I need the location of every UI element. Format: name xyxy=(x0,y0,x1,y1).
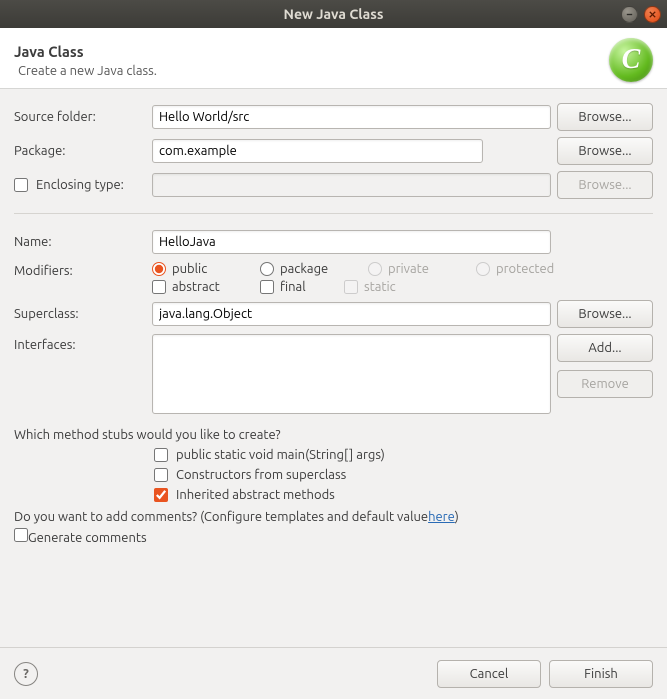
browse-superclass-button[interactable]: Browse... xyxy=(557,300,653,328)
page-title: Java Class xyxy=(14,43,157,60)
interfaces-list[interactable] xyxy=(152,334,551,414)
dialog-footer: ? Cancel Finish xyxy=(0,647,667,699)
window-controls xyxy=(621,6,661,23)
modifier-final[interactable]: final xyxy=(260,280,320,294)
dialog-header: Java Class Create a new Java class. C xyxy=(0,28,667,89)
enclosing-type-checkbox[interactable] xyxy=(14,178,28,192)
modifier-static: static xyxy=(344,280,428,294)
close-icon[interactable] xyxy=(644,6,661,23)
enclosing-type-label: Enclosing type: xyxy=(36,178,124,192)
generate-comments-checkbox[interactable] xyxy=(14,528,28,542)
stub-inherited-label: Inherited abstract methods xyxy=(176,488,335,502)
window-title: New Java Class xyxy=(284,6,384,22)
browse-source-button[interactable]: Browse... xyxy=(557,103,653,131)
minimize-icon[interactable] xyxy=(621,6,638,23)
comments-question: Do you want to add comments? (Configure … xyxy=(14,510,428,524)
stub-constructors-checkbox[interactable] xyxy=(154,468,168,482)
generate-comments-label: Generate comments xyxy=(28,531,147,545)
cancel-button[interactable]: Cancel xyxy=(437,660,541,688)
page-subtitle: Create a new Java class. xyxy=(18,64,157,78)
stub-inherited-checkbox[interactable] xyxy=(154,488,168,502)
superclass-input[interactable] xyxy=(152,302,551,326)
stubs-question: Which method stubs would you like to cre… xyxy=(14,428,653,442)
enclosing-type-input xyxy=(152,173,551,197)
stub-constructors-label: Constructors from superclass xyxy=(176,468,346,482)
superclass-label: Superclass: xyxy=(14,307,146,321)
help-icon[interactable]: ? xyxy=(14,662,38,686)
titlebar: New Java Class xyxy=(0,0,667,28)
configure-templates-link[interactable]: here xyxy=(428,510,455,524)
modifier-public[interactable]: public xyxy=(152,262,236,276)
modifier-package[interactable]: package xyxy=(260,262,344,276)
package-label: Package: xyxy=(14,144,146,158)
name-input[interactable] xyxy=(152,230,551,254)
modifier-protected: protected xyxy=(476,262,560,276)
modifier-abstract[interactable]: abstract xyxy=(152,280,236,294)
source-folder-label: Source folder: xyxy=(14,110,146,124)
class-icon: C xyxy=(609,38,653,82)
browse-package-button[interactable]: Browse... xyxy=(557,137,653,165)
source-folder-input[interactable] xyxy=(152,105,551,129)
add-interface-button[interactable]: Add... xyxy=(557,334,653,362)
browse-enclosing-button: Browse... xyxy=(557,171,653,199)
finish-button[interactable]: Finish xyxy=(549,660,653,688)
name-label: Name: xyxy=(14,235,146,249)
stub-main-label: public static void main(String[] args) xyxy=(176,448,385,462)
package-input[interactable] xyxy=(152,139,483,163)
remove-interface-button: Remove xyxy=(557,370,653,398)
modifiers-label: Modifiers: xyxy=(14,262,146,278)
interfaces-label: Interfaces: xyxy=(14,334,146,352)
separator xyxy=(14,213,653,214)
modifier-private: private xyxy=(368,262,452,276)
stub-main-checkbox[interactable] xyxy=(154,448,168,462)
